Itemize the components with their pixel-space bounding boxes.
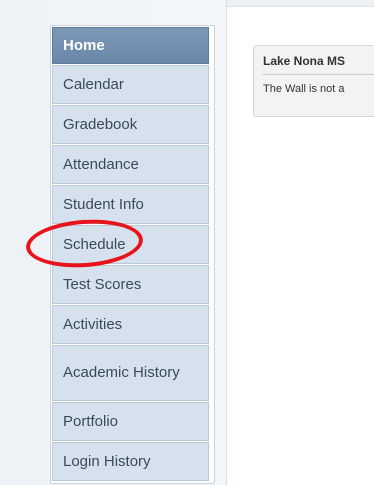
sidebar-item-schedule[interactable]: Schedule: [52, 225, 209, 264]
school-card: Lake Nona MS The Wall is not a: [253, 45, 374, 117]
sidebar-item-gradebook[interactable]: Gradebook: [52, 105, 209, 144]
school-name: Lake Nona MS: [263, 54, 346, 68]
sidebar-nav-list: Home Calendar Gradebook Attendance Stude…: [52, 27, 213, 481]
sidebar-item-activities[interactable]: Activities: [52, 305, 209, 344]
sidebar-item-portfolio[interactable]: Portfolio: [52, 402, 209, 441]
sidebar-item-home[interactable]: Home: [52, 27, 209, 64]
sidebar-item-login-history[interactable]: Login History: [52, 442, 209, 481]
sidebar-item-academic-history[interactable]: Academic History: [52, 345, 209, 401]
page: Home Calendar Gradebook Attendance Stude…: [0, 0, 374, 485]
wall-message: The Wall is not a: [263, 83, 345, 95]
sidebar-nav: Home Calendar Gradebook Attendance Stude…: [50, 25, 215, 484]
sidebar-item-calendar[interactable]: Calendar: [52, 65, 209, 104]
sidebar-item-attendance[interactable]: Attendance: [52, 145, 209, 184]
card-divider: [262, 74, 374, 75]
sidebar-item-test-scores[interactable]: Test Scores: [52, 265, 209, 304]
sidebar-item-student-info[interactable]: Student Info: [52, 185, 209, 224]
